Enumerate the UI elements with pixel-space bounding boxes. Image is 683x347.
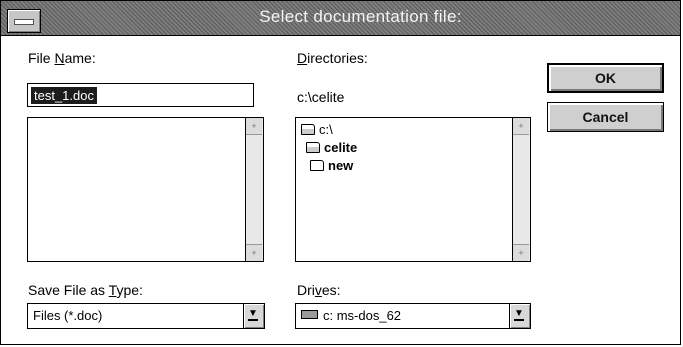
file-list[interactable]: + + bbox=[27, 117, 264, 262]
file-name-label: File Name: bbox=[28, 50, 96, 66]
drive-icon bbox=[301, 310, 318, 319]
file-type-select[interactable]: Files (*.doc) ▼ bbox=[27, 303, 265, 329]
ok-button[interactable]: OK bbox=[547, 63, 664, 93]
dropdown-arrow-icon: ▼ bbox=[514, 308, 524, 321]
dialog-title: Select documentation file: bbox=[259, 7, 462, 26]
open-folder-icon bbox=[306, 142, 320, 153]
drives-value: c: ms-dos_62 bbox=[301, 308, 401, 323]
directory-list[interactable]: c:\ celite new + + bbox=[295, 117, 531, 262]
scroll-up-button[interactable]: + bbox=[513, 118, 529, 135]
directory-list-scrollbar[interactable]: + + bbox=[512, 118, 530, 261]
file-type-value: Files (*.doc) bbox=[33, 308, 103, 323]
current-directory-path: c:\celite bbox=[297, 89, 345, 105]
file-name-value: test_1.doc bbox=[31, 87, 97, 104]
folder-icon bbox=[310, 160, 324, 171]
cancel-button[interactable]: Cancel bbox=[547, 102, 664, 132]
save-file-type-label: Save File as Type: bbox=[28, 282, 143, 298]
dropdown-arrow-icon: ▼ bbox=[248, 308, 258, 321]
select-documentation-file-dialog: Select documentation file: File Name: te… bbox=[0, 0, 681, 345]
scroll-down-button[interactable]: + bbox=[513, 244, 529, 261]
scroll-up-icon: + bbox=[518, 121, 524, 131]
file-name-input[interactable]: test_1.doc bbox=[27, 83, 254, 107]
file-type-dropdown-button[interactable]: ▼ bbox=[243, 304, 264, 328]
open-folder-icon bbox=[301, 124, 315, 135]
directory-item-celite[interactable]: celite bbox=[306, 140, 357, 155]
system-menu-icon bbox=[14, 19, 34, 25]
directory-item-root[interactable]: c:\ bbox=[301, 122, 333, 137]
scroll-up-button[interactable]: + bbox=[246, 118, 262, 135]
drives-select[interactable]: c: ms-dos_62 ▼ bbox=[295, 303, 531, 329]
file-list-scrollbar[interactable]: + + bbox=[245, 118, 263, 261]
drives-label: Drives: bbox=[297, 282, 341, 298]
system-menu-button[interactable] bbox=[7, 9, 41, 33]
scroll-down-icon: + bbox=[518, 248, 524, 258]
scroll-down-icon: + bbox=[251, 248, 257, 258]
directories-label: Directories: bbox=[297, 50, 368, 66]
title-bar[interactable]: Select documentation file: bbox=[1, 1, 680, 36]
scroll-down-button[interactable]: + bbox=[246, 244, 262, 261]
drives-dropdown-button[interactable]: ▼ bbox=[509, 304, 530, 328]
scroll-up-icon: + bbox=[251, 121, 257, 131]
directory-item-new[interactable]: new bbox=[310, 158, 353, 173]
